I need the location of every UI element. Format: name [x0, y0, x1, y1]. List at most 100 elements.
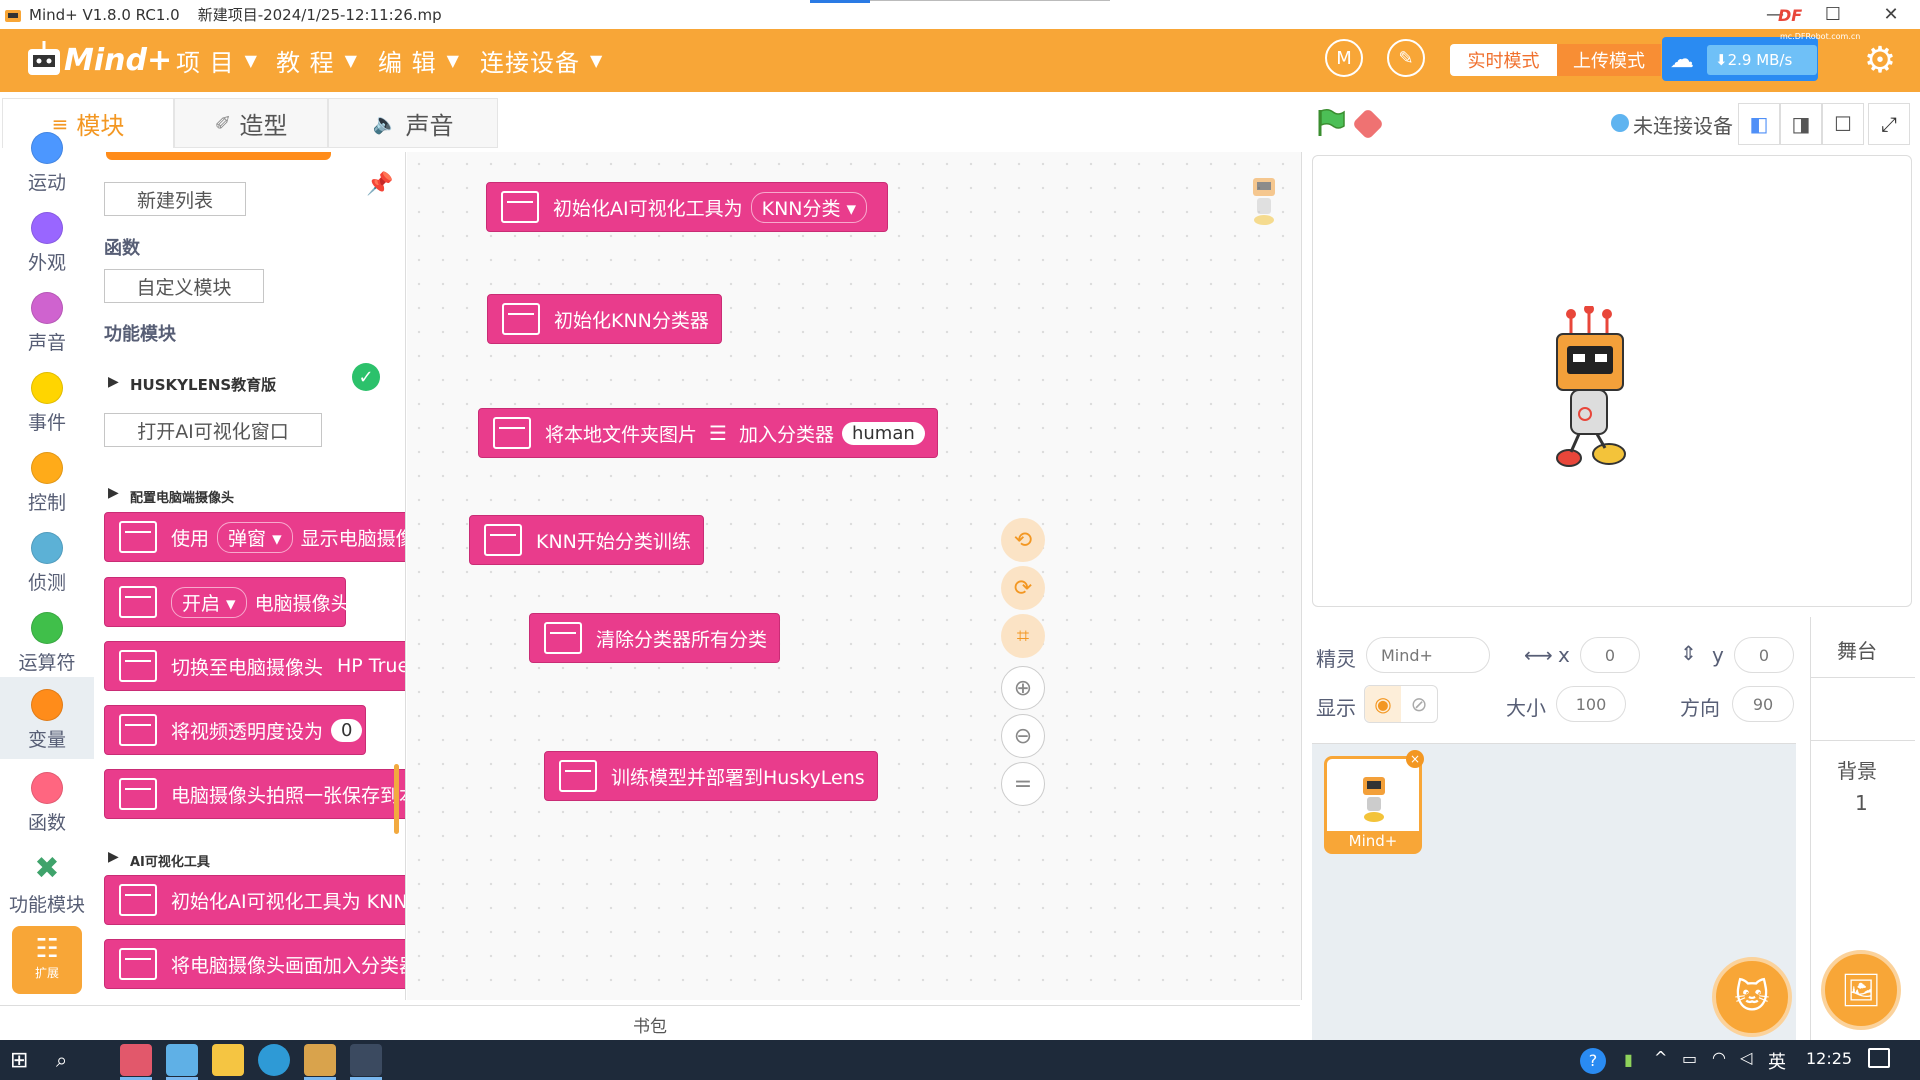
tab-costumes[interactable]: ✐ 造型 — [174, 98, 328, 148]
model-dropdown[interactable]: KNN分类 ▾ — [750, 191, 868, 223]
expand-arrow-icon[interactable]: ▶ — [108, 849, 119, 865]
block-camera-switch[interactable]: 切换至电脑摄像头 HP TrueVision — [104, 641, 405, 691]
wifi-icon[interactable]: ◠ — [1712, 1048, 1726, 1067]
fullscreen-icon[interactable]: ⤢ — [1868, 103, 1910, 145]
backpack-bar[interactable]: 书包 — [0, 1005, 1300, 1043]
app-icon-1[interactable] — [120, 1044, 152, 1076]
ime-indicator[interactable]: 英 — [1768, 1048, 1786, 1074]
opacity-input[interactable]: 0 — [331, 718, 363, 742]
code-workspace[interactable]: 初始化AI可视化工具为 KNN分类 ▾ 初始化KNN分类器 将本地文件夹图片 ☰… — [407, 152, 1302, 1000]
notification-icon[interactable] — [1868, 1048, 1890, 1068]
block-camera-open[interactable]: 开启 ▾ 电脑摄像头 — [104, 577, 350, 627]
block-camera-snapshot[interactable]: 电脑摄像头拍照一张保存到本地 — [104, 769, 405, 819]
ws-block-clear-classes[interactable]: 清除分类器所有分类 — [529, 613, 781, 663]
large-stage-button[interactable]: ☐ — [1822, 103, 1864, 145]
ws-block-deploy-huskylens[interactable]: 训练模型并部署到HuskyLens — [544, 751, 878, 801]
sprite-thumbnail[interactable]: Mind+ — [1324, 756, 1422, 854]
menu-tutorial[interactable]: 教 程 ▼ — [276, 29, 358, 92]
category-sensing[interactable]: 侦测 — [0, 522, 94, 602]
mindplus-logo[interactable]: Mind+ — [24, 37, 172, 85]
category-events[interactable]: 事件 — [0, 362, 94, 442]
block-video-opacity[interactable]: 将视频透明度设为 0 — [104, 705, 366, 755]
folder-icon[interactable] — [212, 1044, 244, 1076]
block-text: 显示电脑摄像头 — [300, 527, 405, 550]
size-input[interactable]: 100 — [1556, 686, 1626, 722]
stage-selector[interactable]: 舞台 背景 1 🖼 — [1810, 617, 1915, 1040]
usb-icon[interactable]: ▮ — [1624, 1050, 1633, 1069]
maximize-button[interactable]: ☐ — [1804, 0, 1862, 29]
normal-stage-button[interactable]: ◨ — [1780, 103, 1822, 145]
green-flag-icon[interactable] — [1316, 108, 1346, 138]
custom-block-button[interactable]: 自定义模块 — [104, 269, 264, 303]
category-sound[interactable]: 声音 — [0, 282, 94, 362]
app-icon-2[interactable] — [166, 1044, 198, 1076]
eye-off-icon[interactable]: ⊘ — [1401, 686, 1437, 722]
palette-scrollbar[interactable] — [394, 764, 399, 834]
chevron-up-icon[interactable]: ^ — [1654, 1048, 1667, 1067]
category-operators[interactable]: 运算符 — [0, 602, 94, 682]
expand-arrow-icon[interactable]: ▶ — [108, 485, 119, 501]
realtime-mode-button[interactable]: 实时模式 — [1450, 44, 1557, 76]
y-input[interactable]: 0 — [1734, 637, 1794, 673]
category-motion[interactable]: 运动 — [0, 122, 94, 202]
ws-block-add-folder[interactable]: 将本地文件夹图片 ☰ 加入分类器 human — [478, 408, 938, 458]
mindplus-robot-sprite[interactable] — [1543, 306, 1635, 476]
undo-icon[interactable]: ⟲ — [1001, 518, 1045, 562]
edge-browser-icon[interactable] — [258, 1044, 290, 1076]
block-dropdown[interactable]: 开启 ▾ — [171, 586, 247, 618]
crop-icon[interactable]: ⌗ — [1001, 614, 1045, 658]
block-add-camera-to-classifier[interactable]: 将电脑摄像头画面加入分类器 — [104, 939, 405, 989]
category-functions[interactable]: 函数 — [0, 762, 94, 842]
feedback-icon[interactable]: ✎ — [1387, 39, 1425, 77]
category-control[interactable]: 控制 — [0, 442, 94, 522]
help-icon[interactable]: ? — [1580, 1048, 1606, 1074]
zoom-reset-icon[interactable]: = — [1001, 762, 1045, 806]
huskylens-section[interactable]: HUSKYLENS教育版 — [130, 374, 276, 395]
block-camera-display[interactable]: 使用 弹窗 ▾ 显示电脑摄像头 — [104, 512, 405, 562]
ws-block-init-knn[interactable]: 初始化KNN分类器 — [487, 294, 722, 344]
eye-icon[interactable]: ◉ — [1365, 686, 1401, 722]
search-icon[interactable]: ⌕ — [56, 1048, 67, 1072]
x-input[interactable]: 0 — [1580, 637, 1640, 673]
zoom-out-icon[interactable]: ⊖ — [1001, 714, 1045, 758]
open-ai-window-button[interactable]: 打开AI可视化窗口 — [104, 413, 322, 447]
direction-input[interactable]: 90 — [1732, 686, 1794, 722]
volume-icon[interactable]: ◁ — [1740, 1048, 1752, 1067]
delete-sprite-icon[interactable]: × — [1406, 750, 1424, 768]
category-looks[interactable]: 外观 — [0, 202, 94, 282]
add-sprite-button[interactable]: 🐱 — [1712, 957, 1792, 1037]
menu-edit[interactable]: 编 辑 ▼ — [378, 29, 460, 92]
course-icon[interactable]: M — [1325, 39, 1363, 77]
extension-button[interactable]: ☷ 扩展 — [12, 926, 82, 994]
stop-icon[interactable] — [1351, 107, 1385, 141]
expand-arrow-icon[interactable]: ▶ — [108, 374, 119, 390]
menu-connect-device[interactable]: 连接设备 ▼ — [480, 29, 603, 92]
close-button[interactable]: ✕ — [1862, 0, 1920, 29]
category-variables[interactable]: 变量 — [0, 677, 94, 759]
menu-project[interactable]: 项 目 ▼ — [176, 29, 258, 92]
stage-thumbnail[interactable] — [1811, 677, 1915, 741]
pin-icon[interactable]: 📌 — [366, 172, 393, 197]
windows-start-icon[interactable]: ⊞ — [10, 1048, 28, 1073]
block-dropdown[interactable]: 弹窗 ▾ — [217, 521, 293, 553]
small-stage-button[interactable]: ◧ — [1738, 103, 1780, 145]
active-app-icon[interactable] — [350, 1044, 382, 1076]
ws-block-init-ai[interactable]: 初始化AI可视化工具为 KNN分类 ▾ — [486, 182, 889, 232]
gear-icon[interactable]: ⚙ — [1860, 40, 1900, 81]
new-list-button[interactable]: 新建列表 — [104, 182, 246, 216]
variable-block-partial[interactable] — [106, 152, 331, 160]
class-name-input[interactable]: human — [841, 421, 925, 445]
mindplus-taskbar-icon[interactable] — [304, 1044, 336, 1076]
sprite-name-input[interactable]: Mind+ — [1366, 637, 1490, 673]
tab-sounds[interactable]: 🔈 声音 — [328, 98, 498, 148]
clock[interactable]: 12:25 — [1806, 1049, 1852, 1068]
category-modules[interactable]: ✖ 功能模块 — [0, 842, 94, 922]
block-init-ai-tool[interactable]: 初始化AI可视化工具为 KNN — [104, 875, 405, 925]
add-backdrop-button[interactable]: 🖼 — [1821, 950, 1901, 1030]
zoom-in-icon[interactable]: ⊕ — [1001, 666, 1045, 710]
stage-canvas[interactable] — [1312, 155, 1912, 607]
redo-icon[interactable]: ⟳ — [1001, 566, 1045, 610]
ws-block-knn-train[interactable]: KNN开始分类训练 — [469, 515, 704, 565]
battery-icon[interactable]: ▭ — [1682, 1049, 1697, 1068]
upload-mode-button[interactable]: 上传模式 — [1557, 44, 1661, 76]
